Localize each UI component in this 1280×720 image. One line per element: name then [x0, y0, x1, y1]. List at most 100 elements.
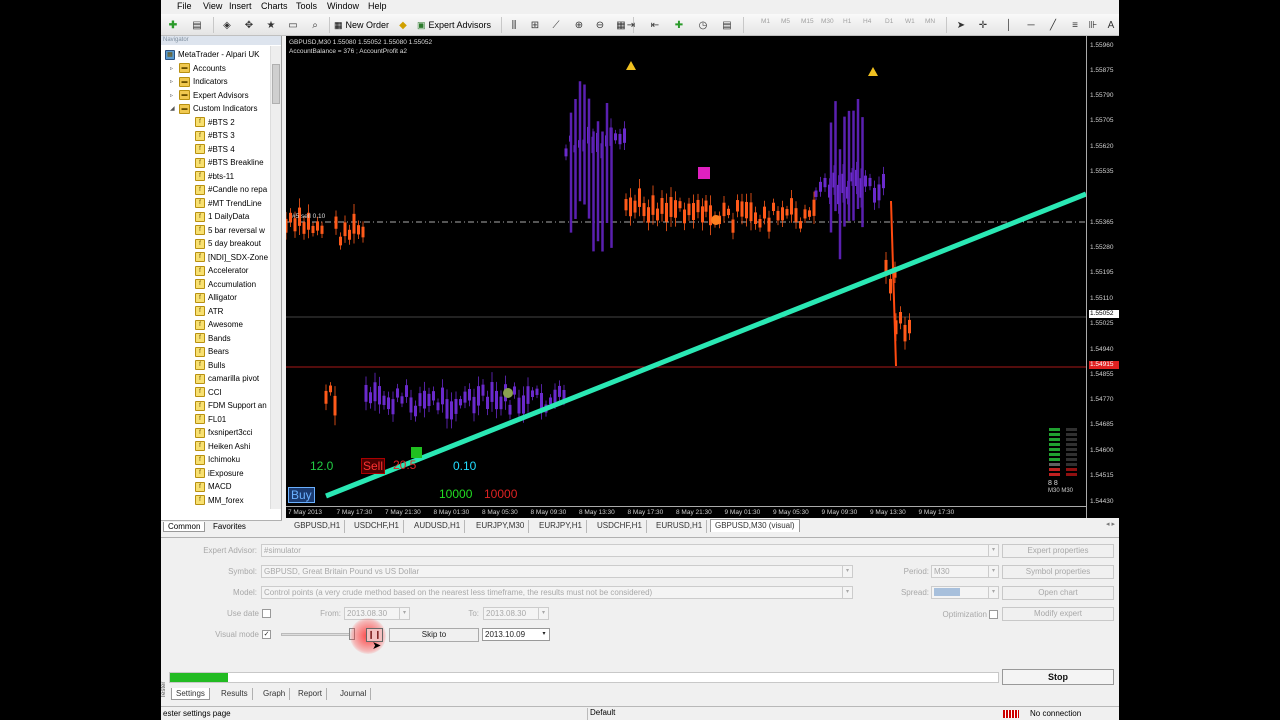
- zoom-out-icon[interactable]: ⊖: [592, 17, 608, 33]
- navigator-item[interactable]: f Bulls: [195, 359, 225, 373]
- tab-settings[interactable]: Settings: [171, 688, 210, 700]
- candlestick-icon[interactable]: ⊞: [527, 17, 543, 33]
- speed-slider-track[interactable]: [281, 633, 353, 636]
- tf-m15[interactable]: M15: [801, 18, 814, 25]
- buy-button[interactable]: Buy: [288, 487, 315, 503]
- profiles-icon[interactable]: ▤: [189, 17, 205, 33]
- tf-m30[interactable]: M30: [821, 18, 834, 25]
- chart-tab[interactable]: EURUSD,H1: [652, 520, 708, 533]
- chart-tab[interactable]: AUDUSD,H1: [410, 520, 466, 533]
- navigator-item[interactable]: f5 bar reversal w: [195, 224, 265, 238]
- chart-shift-icon[interactable]: ⇤: [647, 17, 663, 33]
- tf-d1[interactable]: D1: [885, 18, 893, 25]
- new-chart-icon[interactable]: ✚: [165, 17, 181, 33]
- visual-mode-checkbox[interactable]: ✓: [262, 630, 271, 639]
- tf-m5[interactable]: M5: [781, 18, 790, 25]
- line-chart-icon[interactable]: ⟋: [548, 17, 564, 33]
- navigator-item[interactable]: f #Candle no repa: [195, 183, 267, 197]
- trendline-icon[interactable]: ╱: [1045, 17, 1061, 33]
- templates-icon[interactable]: ▤: [719, 17, 735, 33]
- menu-help[interactable]: Help: [368, 1, 387, 11]
- tf-w1[interactable]: W1: [905, 18, 915, 25]
- symbol-properties-button[interactable]: Symbol properties: [1002, 565, 1114, 579]
- optimization-checkbox[interactable]: [989, 610, 998, 619]
- indicators-icon[interactable]: ✚: [671, 17, 687, 33]
- tab-graph[interactable]: Graph: [259, 688, 291, 700]
- skip-to-date[interactable]: 2013.10.09 ▾: [482, 628, 550, 641]
- navigator-icon[interactable]: ★: [263, 17, 279, 33]
- tabs-scroll-icon[interactable]: ◂ ▸: [1106, 520, 1115, 528]
- expert-advisors-button[interactable]: ▣ Expert Advisors: [415, 17, 493, 33]
- tab-results[interactable]: Results: [217, 688, 253, 700]
- navigator-item[interactable]: f FDM Support an: [195, 399, 267, 413]
- sell-button[interactable]: Sell: [361, 458, 386, 474]
- channel-icon[interactable]: ≡: [1067, 17, 1083, 33]
- from-date[interactable]: 2013.08.30 ▾: [344, 607, 410, 620]
- tf-m1[interactable]: M1: [761, 18, 770, 25]
- model-select[interactable]: Control points (a very crude method base…: [261, 586, 853, 599]
- navigator-item[interactable]: f ATR: [195, 305, 223, 319]
- navigator-item[interactable]: f fxsnipert3cci: [195, 426, 252, 440]
- navigator-scrollbar[interactable]: [270, 46, 281, 509]
- navigator-item[interactable]: f MACD: [195, 480, 232, 494]
- chart-tab[interactable]: USDCHF,H1: [593, 520, 647, 533]
- chart-tab[interactable]: USDCHF,H1: [350, 520, 404, 533]
- chart-tab[interactable]: GBPUSD,M30 (visual): [710, 519, 800, 532]
- periods-icon[interactable]: ◷: [695, 17, 711, 33]
- navigator-folder[interactable]: ◢ ▬ Custom Indicators: [170, 102, 257, 116]
- fibonacci-icon[interactable]: ⊪: [1085, 17, 1101, 33]
- use-date-checkbox[interactable]: [262, 609, 271, 618]
- menu-tools[interactable]: Tools: [296, 1, 317, 11]
- ea-select[interactable]: #simulator ▾: [261, 544, 999, 557]
- expert-properties-button[interactable]: Expert properties: [1002, 544, 1114, 558]
- tf-h1[interactable]: H1: [843, 18, 851, 25]
- navigator-item[interactable]: f MM_forex: [195, 494, 244, 508]
- text-icon[interactable]: A: [1103, 17, 1119, 33]
- navigator-item[interactable]: f Ichimoku: [195, 453, 240, 467]
- terminal-icon[interactable]: ▭: [285, 17, 301, 33]
- navigator-item[interactable]: f #BTS 2: [195, 116, 235, 130]
- open-chart-button[interactable]: Open chart: [1002, 586, 1114, 600]
- chart-tab[interactable]: EURJPY,H1: [535, 520, 587, 533]
- new-order-button[interactable]: ▦ New Order: [332, 17, 391, 33]
- autoscroll-icon[interactable]: ⇥: [623, 17, 639, 33]
- navigator-item[interactable]: fMomentum: [195, 507, 248, 509]
- tab-report[interactable]: Report: [294, 688, 328, 700]
- navigator-item[interactable]: f Accumulation: [195, 278, 256, 292]
- navigator-item[interactable]: f Bears: [195, 345, 229, 359]
- navigator-item[interactable]: f CCI: [195, 386, 222, 400]
- symbol-select[interactable]: GBPUSD, Great Britain Pound vs US Dollar…: [261, 565, 853, 578]
- chart-tab[interactable]: EURJPY,M30: [472, 520, 530, 533]
- navigator-item[interactable]: f #BTS 4: [195, 143, 235, 157]
- horizontal-line-icon[interactable]: ─: [1023, 17, 1039, 33]
- menu-charts[interactable]: Charts: [261, 1, 288, 11]
- menu-insert[interactable]: Insert: [229, 1, 252, 11]
- skip-to-button[interactable]: Skip to: [389, 628, 479, 642]
- navigator-item[interactable]: f #BTS 3: [195, 129, 235, 143]
- navigator-item[interactable]: f1 DailyData: [195, 210, 249, 224]
- tf-mn[interactable]: MN: [925, 18, 935, 25]
- navigator-item[interactable]: f Alligator: [195, 291, 237, 305]
- expand-icon[interactable]: ▹: [170, 78, 176, 85]
- navigator-folder[interactable]: ▹ ▬ Expert Advisors: [170, 89, 249, 103]
- expand-icon[interactable]: ▹: [170, 92, 176, 99]
- navigator-folder[interactable]: ▹ ▬ Indicators: [170, 75, 228, 89]
- menu-view[interactable]: View: [203, 1, 222, 11]
- tf-h4[interactable]: H4: [863, 18, 871, 25]
- navigator-item[interactable]: f [NDI]_SDX-Zone: [195, 251, 268, 265]
- data-window-icon[interactable]: ✥: [241, 17, 257, 33]
- expand-icon[interactable]: ▹: [170, 65, 176, 72]
- strategy-tester-icon[interactable]: ⌕: [307, 17, 323, 33]
- chart-area[interactable]: GBPUSD,M30 1.55080 1.55052 1.55080 1.550…: [286, 36, 1086, 518]
- menu-window[interactable]: Window: [327, 1, 359, 11]
- market-watch-icon[interactable]: ◈: [219, 17, 235, 33]
- navigator-item[interactable]: f Bands: [195, 332, 231, 346]
- period-select[interactable]: M30 ▾: [931, 565, 999, 578]
- navigator-item[interactable]: f FL01: [195, 413, 226, 427]
- expand-icon[interactable]: ◢: [170, 105, 176, 112]
- metaeditor-icon[interactable]: ◆: [395, 17, 411, 33]
- menu-file[interactable]: File: [177, 1, 192, 11]
- crosshair-icon[interactable]: ✛: [975, 17, 991, 33]
- navigator-item[interactable]: f Accelerator: [195, 264, 248, 278]
- bar-chart-icon[interactable]: ⫼: [506, 17, 522, 33]
